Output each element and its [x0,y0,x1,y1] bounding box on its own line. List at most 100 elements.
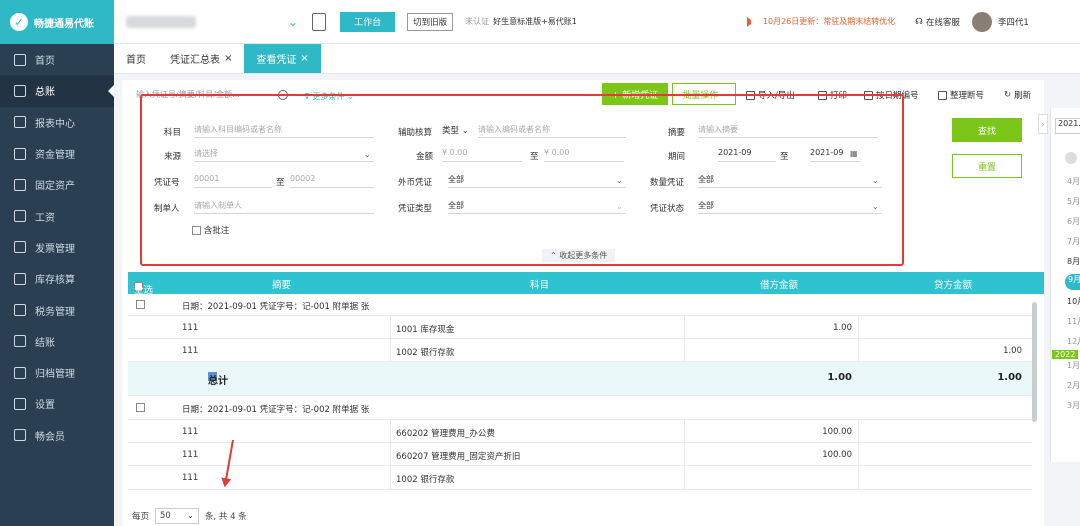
calendar-icon[interactable]: ▦ [850,149,858,158]
total-credit: 1.00 [997,372,1022,383]
collapse-conditions-button[interactable]: ⌃ 收起更多条件 [542,249,616,262]
source-select[interactable]: 请选择 [194,148,374,162]
sidebar-item-assets[interactable]: 固定资产 [0,169,114,200]
chevron-down-icon[interactable]: ⌄ [288,15,298,29]
period-label: 期间 [668,152,686,162]
month-item[interactable]: 5月 [1067,196,1080,207]
reorder-button[interactable]: 整理断号 [938,89,984,101]
table-row: 111 1002 银行存款 [128,466,1032,490]
tab-view-voucher[interactable]: 查看凭证 × [244,44,321,73]
month-item[interactable]: 1月 [1067,360,1080,371]
tab-home[interactable]: 首页 [114,44,158,73]
amount-from-input[interactable]: ¥ 0.00 [442,148,522,162]
chevron-down-icon[interactable]: ⌄ [616,176,623,185]
month-item[interactable]: 10月 [1067,296,1080,307]
panel-toggle-button[interactable]: › [1038,114,1048,134]
month-item[interactable]: 11月 [1067,316,1080,327]
aux-input[interactable]: 请输入编码或者名称 [478,124,626,138]
month-item[interactable]: 4月 [1067,176,1080,187]
checkbox[interactable] [136,403,145,412]
sidebar-item-home[interactable]: 首页 [0,44,114,75]
month-item[interactable]: 12月 [1067,336,1080,347]
cell-subject: 1002 银行存款 [396,475,455,485]
sidebar-item-label: 发票管理 [35,243,75,255]
sidebar-item-label: 固定资产 [35,181,75,193]
user-name[interactable]: 李四代1 [998,16,1029,28]
query-button[interactable]: 查找 [952,118,1022,142]
month-item[interactable]: 2月 [1067,380,1080,391]
chevron-up-icon[interactable] [1065,152,1077,164]
month-item[interactable]: 8月 [1067,256,1080,267]
sidebar-item-ledger[interactable]: 总账 [0,75,114,107]
period-from-input[interactable]: 2021-09 [718,148,776,162]
tab-voucher-summary[interactable]: 凭证汇总表 × [158,44,244,73]
column-divider [858,443,859,465]
checkbox[interactable] [136,300,145,309]
aux-type-value: 类型 [442,126,460,136]
foreign-select[interactable]: 全部 [448,174,626,188]
account-name[interactable] [126,15,196,28]
sidebar-item-member[interactable]: 畅会员 [0,420,114,451]
refresh-button[interactable]: ↻ 刷新 [1004,89,1031,101]
month-item[interactable]: 3月 [1067,400,1080,411]
chevron-down-icon[interactable]: ⌄ [616,202,623,211]
checkbox[interactable] [192,226,201,235]
sidebar-item-settings[interactable]: 设置 [0,388,114,419]
sidebar-item-reports[interactable]: 报表中心 [0,107,114,138]
cert-status[interactable]: 未认证 [465,16,489,27]
vtype-select[interactable]: 全部 [448,200,626,214]
document-icon[interactable] [312,12,327,31]
summary-input[interactable]: 请输入摘要 [698,124,878,138]
column-divider [858,420,859,442]
workbench-button[interactable]: 工作台 [340,11,396,32]
month-item-selected[interactable]: 9月 [1065,274,1080,290]
subject-input[interactable]: 请输入科目编码或者名称 [194,124,374,138]
refresh-label: 刷新 [1014,91,1032,101]
qty-select[interactable]: 全部 [698,174,882,188]
col-summary[interactable]: 摘要 [272,277,291,291]
per-page-label: 每页 [132,512,150,522]
table-scrollbar[interactable] [1032,302,1037,422]
avatar[interactable] [971,11,992,32]
sidebar-item-inventory[interactable]: 库存核算 [0,263,114,294]
col-debit[interactable]: 借方金额 [760,277,798,291]
sidebar-item-closing[interactable]: 结账 [0,326,114,357]
sidebar-item-archive[interactable]: 归档管理 [0,357,114,388]
col-credit[interactable]: 贷方金额 [934,277,972,291]
voucher-header-text[interactable]: 日期：2021-09-01 凭证字号：记-001 附单据 张 [182,300,369,312]
update-notice[interactable]: 10月26日更新：常驻及期末结转优化 [746,16,896,27]
sidebar-item-tax[interactable]: 税务管理 [0,294,114,325]
sidebar-item-label: 工资 [35,212,55,224]
month-item[interactable]: 6月 [1067,216,1080,227]
subject-label: 科目 [164,128,182,138]
cell-summary: 111 [182,323,199,333]
close-icon[interactable]: × [224,53,232,64]
voucher-header-text[interactable]: 日期：2021-09-01 凭证字号：记-002 附单据 张 [182,403,369,415]
period-input[interactable]: 2021.0 [1055,118,1080,134]
notice-text: 10月26日更新：常驻及期末结转优化 [762,17,896,26]
voucher-no-from-input[interactable]: 00001 [194,174,272,188]
close-icon[interactable]: × [300,53,308,64]
online-service[interactable]: ☊ 在线客服 [915,16,960,28]
logo-icon: ✓ [10,13,28,31]
voucher-no-to-input[interactable]: 00002 [290,174,374,188]
voucher-header-row: 日期：2021-09-01 凭证字号：记-001 附单据 张 [128,294,1032,316]
voucher-header-row: 日期：2021-09-01 凭证字号：记-002 附单据 张 [128,396,1032,420]
reset-button[interactable]: 重置 [952,154,1022,178]
old-version-button[interactable]: 切到旧版 [407,12,454,31]
per-page-select[interactable]: 50 ⌄ [155,508,200,524]
chevron-down-icon[interactable]: ⌄ [872,176,879,185]
total-count: 条, 共 4 条 [205,512,247,522]
col-subject[interactable]: 科目 [530,277,549,291]
chevron-down-icon[interactable]: ⌄ [364,150,371,159]
chevron-down-icon[interactable]: ⌄ [872,202,879,211]
include-annot-checkbox[interactable]: 含批注 [192,224,229,236]
sidebar-item-invoice[interactable]: 发票管理 [0,232,114,263]
sidebar-item-salary[interactable]: 工资 [0,200,114,231]
vstatus-select[interactable]: 全部 [698,200,882,214]
maker-input[interactable]: 请输入制单人 [194,200,374,214]
amount-to-input[interactable]: ¥ 0.00 [544,148,624,162]
aux-type-select[interactable]: 类型 ⌄ [442,124,469,136]
month-item[interactable]: 7月 [1067,236,1080,247]
sidebar-item-funds[interactable]: 资金管理 [0,138,114,169]
